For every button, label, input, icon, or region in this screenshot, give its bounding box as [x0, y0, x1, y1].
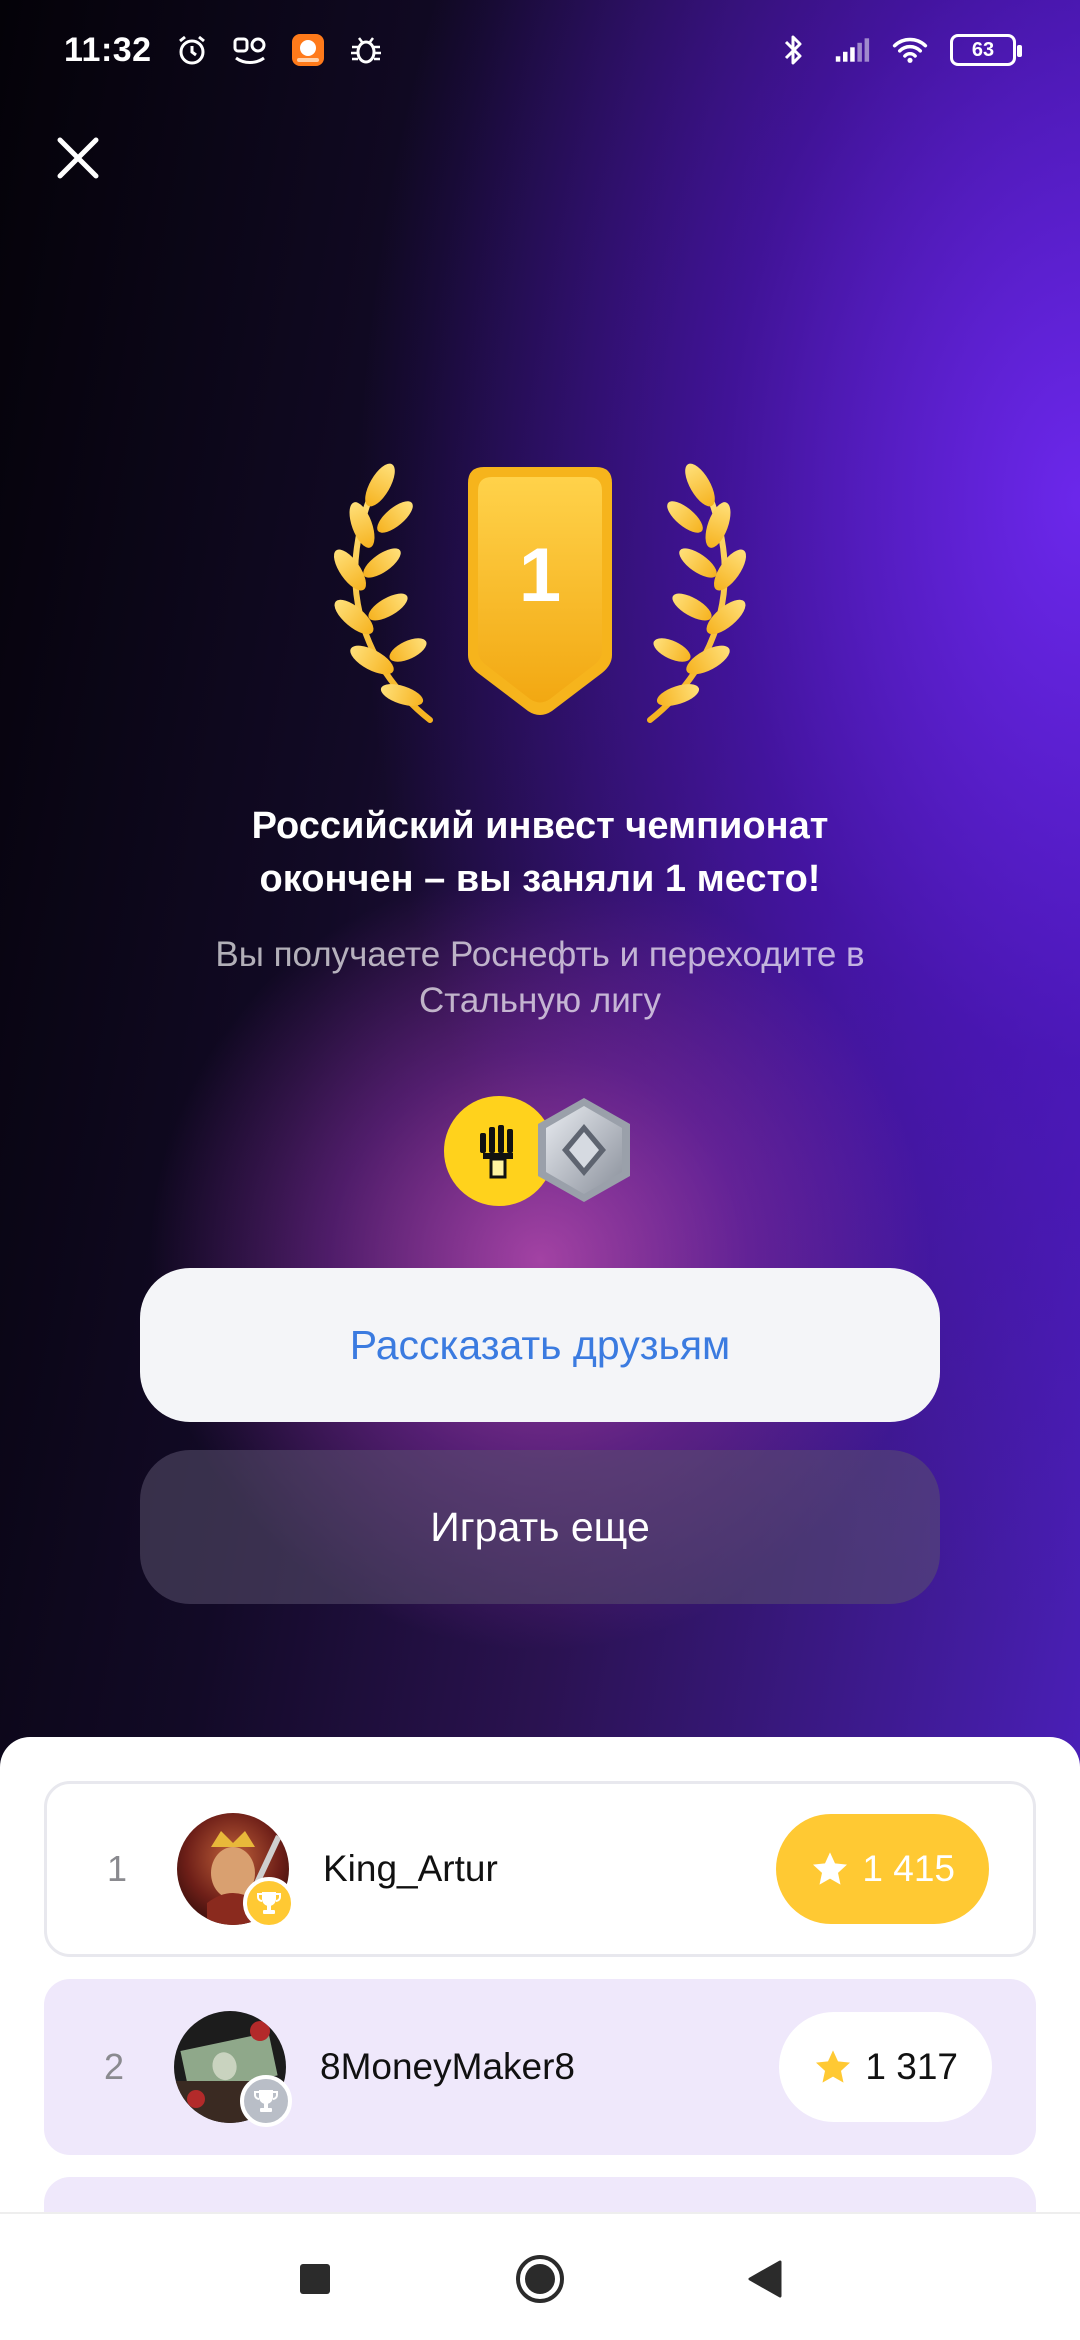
- back-button[interactable]: [740, 2254, 790, 2304]
- share-with-friends-button[interactable]: Рассказать друзьям: [140, 1268, 940, 1422]
- play-again-button[interactable]: Играть еще: [140, 1450, 940, 1604]
- result-subline: Вы получаете Роснефть и переходите в Ста…: [150, 932, 930, 1024]
- score-badge: 1 317: [779, 2012, 992, 2122]
- close-button[interactable]: [50, 130, 106, 186]
- wifi-icon: [892, 32, 928, 68]
- result-headline: Российский инвест чемпионат окончен – вы…: [100, 800, 980, 906]
- star-icon: [816, 2050, 851, 2083]
- home-button[interactable]: [515, 2254, 565, 2304]
- battery-icon: 63: [950, 34, 1022, 66]
- close-icon: [57, 137, 99, 179]
- system-navigation-bar: [0, 2212, 1080, 2340]
- alarm-icon: [174, 32, 210, 68]
- leaderboard-row[interactable]: 1 King_Artur 1 415: [44, 1781, 1036, 1957]
- score-value: 1 317: [865, 2046, 958, 2087]
- subline-line-2: Стальную лигу: [418, 981, 662, 1020]
- app-notification-icon: [232, 32, 268, 68]
- back-triangle-icon: [748, 2260, 782, 2298]
- signal-icon: [834, 32, 870, 68]
- place-number: 1: [518, 532, 562, 618]
- avatar: [177, 1813, 295, 1929]
- subline-line-1: Вы получаете Роснефть и переходите в: [215, 935, 865, 974]
- silver-cup-icon: [240, 2075, 292, 2127]
- rewards: [440, 1090, 640, 1210]
- status-bar: 11:32 63: [0, 0, 1080, 100]
- recent-apps-button[interactable]: [290, 2254, 340, 2304]
- square-icon: [300, 2264, 330, 2294]
- bluetooth-icon: [776, 32, 812, 68]
- headline-line-2: окончен – вы заняли 1 место!: [259, 858, 821, 900]
- gold-cup-icon: [243, 1877, 295, 1929]
- score-badge: 1 415: [776, 1814, 989, 1924]
- headline-line-1: Российский инвест чемпионат: [251, 805, 829, 847]
- app-icon: [290, 32, 326, 68]
- home-circle-icon: [516, 2255, 564, 2303]
- avatar: [174, 2011, 292, 2127]
- status-time: 11:32: [64, 30, 152, 69]
- rank-number: 1: [106, 1848, 128, 1889]
- bug-icon: [348, 32, 384, 68]
- rank-number: 2: [103, 2046, 125, 2087]
- first-place-trophy: 1: [320, 455, 760, 735]
- star-icon: [813, 1852, 848, 1885]
- player-name: 8MoneyMaker8: [320, 2046, 576, 2087]
- score-value: 1 415: [862, 1848, 955, 1889]
- leaderboard-row[interactable]: 2 8MoneyMaker8 1 317: [44, 1979, 1036, 2155]
- steel-league-icon: [532, 1094, 636, 1206]
- player-name: King_Artur: [323, 1848, 498, 1889]
